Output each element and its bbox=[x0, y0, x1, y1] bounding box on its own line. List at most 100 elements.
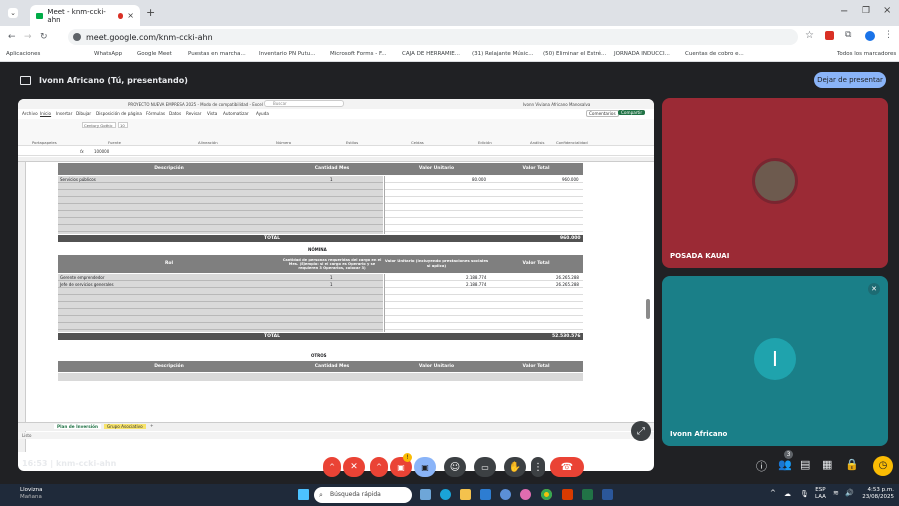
bookmark-apps[interactable]: Aplicaciones bbox=[6, 51, 40, 57]
excel-search-box[interactable]: Buscar bbox=[264, 100, 344, 107]
menu-inicio[interactable]: Inicio bbox=[40, 111, 51, 116]
participant-tile-posada[interactable]: POSADA KAUAI bbox=[662, 98, 888, 268]
nomina-unit-2[interactable]: 2.188.774 bbox=[466, 282, 486, 287]
participant-tile-ivonn[interactable]: ✕ I Ivonn Africano bbox=[662, 276, 888, 446]
menu-ayuda[interactable]: Ayuda bbox=[256, 111, 269, 116]
menu-automatizar[interactable]: Automatizar bbox=[223, 111, 249, 116]
comments-button[interactable]: Comentarios bbox=[586, 110, 619, 117]
weather-widget[interactable]: Llovizna Mañana bbox=[20, 487, 42, 501]
people-icon[interactable]: 👥 bbox=[778, 458, 792, 471]
chrome-menu-icon[interactable]: ⋮ bbox=[884, 30, 893, 40]
bookmark-all[interactable]: Todos los marcadores bbox=[837, 51, 896, 57]
menu-formulas[interactable]: Fórmulas bbox=[146, 111, 165, 116]
expand-icon[interactable]: ⤢ bbox=[631, 421, 651, 441]
menu-insertar[interactable]: Insertar bbox=[56, 111, 72, 116]
add-sheet-icon[interactable]: + bbox=[150, 423, 154, 428]
bookmark-inventario[interactable]: Inventario PN Putu... bbox=[259, 51, 315, 57]
font-size-box[interactable]: 10 bbox=[118, 122, 128, 128]
row-unit-servicios[interactable]: 80.000 bbox=[472, 177, 486, 182]
edge-icon[interactable] bbox=[440, 489, 451, 500]
chrome-icon[interactable] bbox=[541, 489, 552, 500]
volume-icon[interactable]: 🔊 bbox=[845, 489, 854, 497]
restore-icon[interactable]: ❐ bbox=[862, 6, 870, 16]
word-taskbar-icon[interactable] bbox=[602, 489, 613, 500]
nomina-unit-1[interactable]: 2.188.774 bbox=[466, 275, 486, 280]
font-name-box[interactable]: Century Gothic bbox=[82, 122, 116, 128]
bookmark-whatsapp[interactable]: WhatsApp bbox=[94, 51, 122, 57]
window-close-icon[interactable]: × bbox=[883, 5, 891, 16]
row-qty-servicios[interactable]: 1 bbox=[330, 177, 333, 182]
reload-icon[interactable]: ↻ bbox=[40, 32, 48, 42]
info-icon[interactable]: ⓘ bbox=[756, 458, 767, 474]
excel-taskbar-icon[interactable] bbox=[582, 489, 593, 500]
minimize-icon[interactable]: − bbox=[840, 6, 848, 17]
more-options-button[interactable]: ⋮ bbox=[531, 457, 545, 477]
address-bar[interactable]: meet.google.com/knm-ccki-ahn bbox=[68, 29, 798, 45]
emoji-button[interactable]: ☺ bbox=[444, 457, 466, 477]
clock[interactable]: 4:53 p.m. 23/08/2025 bbox=[858, 487, 894, 501]
host-controls-icon[interactable]: 🔒 bbox=[845, 458, 859, 471]
profile-avatar[interactable] bbox=[865, 31, 875, 41]
store-icon[interactable] bbox=[480, 489, 491, 500]
camera-off-button[interactable]: ▣ ! bbox=[390, 453, 412, 477]
nomina-role-1[interactable]: Gerente emprendedor bbox=[60, 275, 105, 280]
bookmark-estres[interactable]: (50) Eliminar el Estré... bbox=[543, 51, 606, 57]
tray-chevron-icon[interactable]: ^ bbox=[770, 489, 776, 497]
bookmark-puestas[interactable]: Puestas en marcha... bbox=[188, 51, 246, 57]
nomina-role-2[interactable]: Jefe de servicios generales bbox=[60, 282, 114, 287]
bookmark-google-meet[interactable]: Google Meet bbox=[137, 51, 172, 57]
nomina-total-2[interactable]: 26.265.288 bbox=[556, 282, 579, 287]
bookmark-forms[interactable]: Microsoft Forms - F... bbox=[330, 51, 387, 57]
row-total-servicios[interactable]: 960.000 bbox=[562, 177, 579, 182]
bookmark-jornada[interactable]: JORNADA INDUCCI... bbox=[614, 51, 670, 57]
back-icon[interactable]: ← bbox=[8, 32, 16, 42]
sheet-tab-plan[interactable]: Plan de Inversión bbox=[54, 424, 102, 429]
bookmark-relajante[interactable]: (31) Relajante Músic... bbox=[472, 51, 533, 57]
stop-presenting-button[interactable]: Dejar de presentar bbox=[814, 72, 886, 88]
nomina-qty-1[interactable]: 1 bbox=[330, 275, 333, 280]
site-info-icon[interactable] bbox=[73, 33, 81, 41]
activities-icon[interactable]: ▦ bbox=[822, 458, 832, 471]
nomina-qty-2[interactable]: 1 bbox=[330, 282, 333, 287]
chat-icon[interactable]: ▤ bbox=[800, 458, 810, 471]
language-indicator[interactable]: ESP LAA bbox=[815, 487, 826, 501]
formula-bar[interactable]: fx 100000 bbox=[18, 148, 654, 156]
bookmark-cuentas[interactable]: Cuentas de cobro e... bbox=[685, 51, 744, 57]
excel-share-button[interactable]: Compartir bbox=[618, 110, 646, 115]
settings-icon[interactable] bbox=[500, 489, 511, 500]
new-tab-icon[interactable]: + bbox=[146, 6, 155, 19]
sheet-tab-grupo[interactable]: Grupo Asociativo bbox=[104, 424, 146, 429]
mic-off-button[interactable]: ✕ bbox=[343, 457, 365, 477]
close-tab-icon[interactable]: × bbox=[127, 11, 134, 20]
menu-revisar[interactable]: Revisar bbox=[186, 111, 201, 116]
leave-call-button[interactable]: ☎ bbox=[550, 457, 584, 477]
menu-dibujar[interactable]: Dibujar bbox=[76, 111, 91, 116]
tab-search-icon[interactable]: ⌄ bbox=[8, 8, 18, 18]
raise-hand-button[interactable]: ✋ bbox=[504, 457, 526, 477]
start-icon[interactable] bbox=[298, 489, 309, 500]
menu-disposicion[interactable]: Disposición de página bbox=[96, 111, 142, 116]
row-desc-servicios[interactable]: Servicios públicos bbox=[60, 177, 96, 182]
camera-options-button[interactable]: ^ bbox=[370, 457, 388, 477]
browser-tab-meet[interactable]: Meet - knm-ccki-ahn × bbox=[30, 5, 140, 26]
copilot-icon[interactable] bbox=[520, 489, 531, 500]
menu-archivo[interactable]: Archivo bbox=[22, 111, 38, 116]
taskview-icon[interactable] bbox=[420, 489, 431, 500]
bookmark-star-icon[interactable]: ☆ bbox=[805, 30, 814, 41]
forward-icon[interactable]: → bbox=[24, 32, 32, 42]
bookmark-caja[interactable]: CAJA DE HERRAMIE... bbox=[402, 51, 460, 57]
office-icon[interactable] bbox=[562, 489, 573, 500]
captions-button[interactable]: ▭ bbox=[474, 457, 496, 477]
mic-options-button[interactable]: ^ bbox=[323, 457, 341, 477]
wifi-icon[interactable]: ≋ bbox=[833, 489, 839, 497]
menu-vista[interactable]: Vista bbox=[207, 111, 217, 116]
vertical-scrollbar[interactable] bbox=[646, 299, 650, 319]
extensions-icon[interactable]: ⧉ bbox=[845, 30, 851, 40]
timer-icon[interactable]: ◷ bbox=[873, 456, 893, 476]
taskbar-search[interactable]: ⌕ Búsqueda rápida bbox=[314, 487, 412, 503]
explorer-icon[interactable] bbox=[460, 489, 471, 500]
menu-datos[interactable]: Datos bbox=[169, 111, 181, 116]
present-button[interactable]: ▣ bbox=[414, 457, 436, 477]
extension-pdf-icon[interactable] bbox=[825, 31, 834, 40]
nomina-total-1[interactable]: 26.265.288 bbox=[556, 275, 579, 280]
